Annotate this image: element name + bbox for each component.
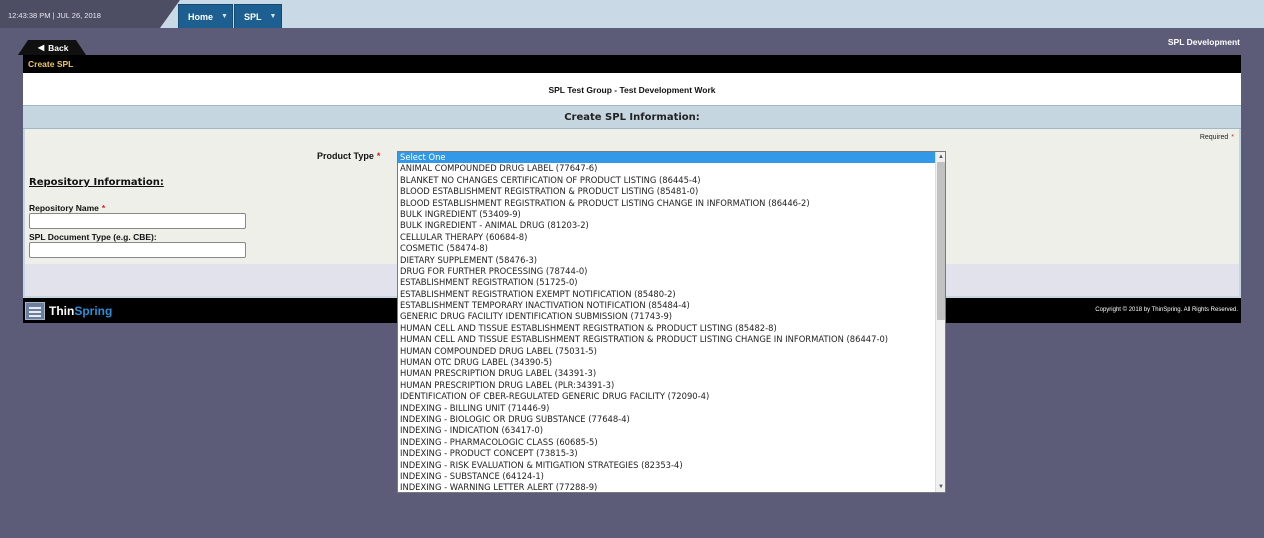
nav-spl-label: SPL — [244, 11, 262, 22]
required-note: Required * — [1200, 134, 1234, 141]
product-type-label-text: Product Type — [317, 151, 374, 161]
product-type-option[interactable]: ESTABLISHMENT TEMPORARY INACTIVATION NOT… — [398, 300, 935, 311]
repository-name-label: Repository Name * — [29, 203, 105, 213]
product-type-option[interactable]: INDEXING - BILLING UNIT (71446-9) — [398, 403, 935, 414]
copyright-text: Copyright © 2018 by ThinSpring. All Righ… — [1095, 307, 1238, 313]
product-type-options: Select One ANIMAL COMPOUNDED DRUG LABEL (… — [398, 152, 935, 492]
clock-tab: 12:43:38 PM | JUL 26, 2018 — [0, 0, 180, 28]
page-context: SPL Development — [1167, 37, 1240, 47]
product-type-option[interactable]: COSMETIC (58474-8) — [398, 243, 935, 254]
product-type-option[interactable]: HUMAN PRESCRIPTION DRUG LABEL (34391-3) — [398, 368, 935, 379]
product-type-option[interactable]: INDEXING - WARNING LETTER ALERT (77288-9… — [398, 482, 935, 492]
product-type-option[interactable]: INDEXING - SUBSTANCE (64124-1) — [398, 471, 935, 482]
thinspring-logo: Thin Spring — [25, 301, 112, 321]
required-asterisk: * — [376, 151, 381, 161]
top-bar: 12:43:38 PM | JUL 26, 2018 Home ▼ SPL ▼ — [0, 0, 1264, 28]
scroll-up-arrow-icon[interactable]: ▲ — [936, 152, 945, 162]
repository-name-input[interactable] — [29, 213, 246, 229]
clock-text: 12:43:38 PM | JUL 26, 2018 — [8, 11, 101, 20]
product-type-option[interactable]: HUMAN PRESCRIPTION DRUG LABEL (PLR:34391… — [398, 380, 935, 391]
repository-name-label-text: Repository Name — [29, 203, 99, 213]
product-type-option[interactable]: CELLULAR THERAPY (60684-8) — [398, 232, 935, 243]
product-type-option[interactable]: BLOOD ESTABLISHMENT REGISTRATION & PRODU… — [398, 186, 935, 197]
required-asterisk: * — [1231, 134, 1234, 141]
product-type-option[interactable]: INDEXING - PHARMACOLOGIC CLASS (60685-5) — [398, 437, 935, 448]
product-type-option[interactable]: DIETARY SUPPLEMENT (58476-3) — [398, 255, 935, 266]
product-type-option[interactable]: BULK INGREDIENT (53409-9) — [398, 209, 935, 220]
chevron-down-icon: ▼ — [269, 13, 277, 20]
product-type-option[interactable]: ESTABLISHMENT REGISTRATION (51725-0) — [398, 277, 935, 288]
chevron-down-icon: ▼ — [221, 13, 228, 20]
scroll-down-arrow-icon[interactable]: ▼ — [936, 482, 945, 492]
thinspring-logo-icon — [25, 302, 45, 320]
product-type-option[interactable]: INDEXING - RISK EVALUATION & MITIGATION … — [398, 460, 935, 471]
product-type-option[interactable]: BLOOD ESTABLISHMENT REGISTRATION & PRODU… — [398, 198, 935, 209]
logo-spring-text: Spring — [74, 304, 113, 318]
product-type-option[interactable]: DRUG FOR FURTHER PROCESSING (78744-0) — [398, 266, 935, 277]
product-type-listbox[interactable]: Select One ANIMAL COMPOUNDED DRUG LABEL (… — [397, 151, 946, 493]
required-note-label: Required — [1199, 134, 1229, 141]
nav-spl-button[interactable]: SPL ▼ — [234, 4, 282, 28]
product-type-option[interactable]: IDENTIFICATION OF CBER-REGULATED GENERIC… — [398, 391, 935, 402]
required-asterisk: * — [101, 203, 106, 213]
product-type-option[interactable]: GENERIC DRUG FACILITY IDENTIFICATION SUB… — [398, 311, 935, 322]
logo-thin-text: Thin — [49, 304, 75, 318]
back-label: Back — [48, 42, 69, 53]
product-type-option[interactable]: ESTABLISHMENT REGISTRATION EXEMPT NOTIFI… — [398, 289, 935, 300]
product-type-option[interactable]: INDEXING - BIOLOGIC OR DRUG SUBSTANCE (7… — [398, 414, 935, 425]
product-type-option[interactable]: ANIMAL COMPOUNDED DRUG LABEL (77647-6) — [398, 163, 935, 174]
listbox-scrollbar[interactable]: ▲ ▼ — [935, 152, 945, 492]
product-type-option[interactable]: HUMAN COMPOUNDED DRUG LABEL (75031-5) — [398, 346, 935, 357]
doc-type-label: SPL Document Type (e.g. CBE): — [29, 232, 157, 242]
scroll-thumb[interactable] — [937, 162, 945, 320]
product-type-option[interactable]: HUMAN CELL AND TISSUE ESTABLISHMENT REGI… — [398, 334, 935, 345]
product-type-option[interactable]: BULK INGREDIENT - ANIMAL DRUG (81203-2) — [398, 220, 935, 231]
nav-home-button[interactable]: Home ▼ — [178, 4, 233, 28]
product-type-option[interactable]: HUMAN CELL AND TISSUE ESTABLISHMENT REGI… — [398, 323, 935, 334]
product-type-option[interactable]: Select One — [398, 152, 935, 164]
panel-title: Create SPL — [23, 55, 1241, 73]
nav-home-label: Home — [188, 11, 214, 22]
product-type-option[interactable]: HUMAN OTC DRUG LABEL (34390-5) — [398, 357, 935, 368]
product-type-option[interactable]: INDEXING - PRODUCT CONCEPT (73815-3) — [398, 448, 935, 459]
repository-heading: Repository Information: — [29, 177, 164, 188]
product-type-option[interactable]: BLANKET NO CHANGES CERTIFICATION OF PROD… — [398, 175, 935, 186]
back-arrow-icon: ◀ — [38, 43, 45, 52]
product-type-option[interactable]: INDEXING - INDICATION (63417-0) — [398, 425, 935, 436]
group-title: SPL Test Group - Test Development Work — [548, 85, 716, 95]
doc-type-input[interactable] — [29, 242, 246, 258]
section-title: Create SPL Information: — [23, 105, 1241, 129]
product-type-label: Product Type * — [317, 151, 380, 161]
back-button[interactable]: ◀ Back — [18, 40, 86, 55]
